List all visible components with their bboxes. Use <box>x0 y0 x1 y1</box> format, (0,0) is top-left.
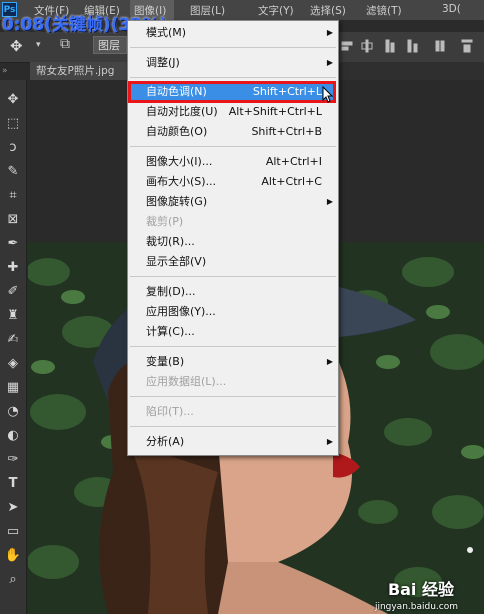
rectangle-tool-icon[interactable]: ▭ <box>2 522 24 542</box>
menu-item-label: 复制(D)... <box>146 285 196 298</box>
menu-item-calculations[interactable]: 计算(C)... <box>128 322 338 342</box>
mouse-cursor-icon <box>322 86 334 103</box>
menu-item-apply-dataset[interactable]: 应用数据组(L)... <box>128 372 338 392</box>
brush-tool-icon[interactable]: ✐ <box>2 282 24 302</box>
menu-select[interactable]: 选择(S) <box>310 3 346 18</box>
frame-tool-icon[interactable]: ⊠ <box>2 210 24 230</box>
menu-item-label: 自动颜色(O) <box>146 125 208 138</box>
menu-item-auto-tone[interactable]: 自动色调(N) Shift+Ctrl+L <box>128 82 338 102</box>
menu-type[interactable]: 文字(Y) <box>258 3 294 18</box>
eraser-tool-icon[interactable]: ◈ <box>2 354 24 374</box>
menu-item-crop[interactable]: 裁剪(P) <box>128 212 338 232</box>
menu-item-label: 变量(B) <box>146 355 185 368</box>
menu-separator <box>130 276 336 277</box>
gradient-tool-icon[interactable]: ▦ <box>2 378 24 398</box>
type-tool-icon[interactable]: T <box>2 474 24 494</box>
menu-item-shortcut: Alt+Ctrl+C <box>261 175 322 188</box>
watermark-url: jingyan.baidu.com <box>374 602 458 612</box>
menu-item-label: 计算(C)... <box>146 325 195 338</box>
menu-item-label: 画布大小(S)... <box>146 175 217 188</box>
menu-item-shortcut: Shift+Ctrl+B <box>251 125 322 138</box>
lasso-tool-icon[interactable]: ↄ <box>2 138 24 158</box>
menu-separator <box>130 146 336 147</box>
menu-item-variables[interactable]: 变量(B) ▶ <box>128 352 338 372</box>
menu-item-mode[interactable]: 模式(M) ▶ <box>128 23 338 43</box>
menu-item-shortcut: Alt+Ctrl+I <box>265 155 322 168</box>
menu-item-label: 模式(M) <box>146 26 187 39</box>
menu-item-shortcut: Shift+Ctrl+L <box>252 85 322 98</box>
image-menu-dropdown: 模式(M) ▶ 调整(J) ▶ 自动色调(N) Shift+Ctrl+L 自动对比度(… <box>127 20 339 456</box>
dodge-tool-icon[interactable]: ◐ <box>2 426 24 446</box>
menu-item-label: 自动色调(N) <box>146 85 207 98</box>
menu-layer[interactable]: 图层(L) <box>190 3 225 18</box>
menu-item-trap[interactable]: 陷印(T)... <box>128 402 338 422</box>
menu-item-adjustments[interactable]: 调整(J) ▶ <box>128 53 338 73</box>
menu-item-label: 调整(J) <box>146 56 180 69</box>
menu-item-reveal-all[interactable]: 显示全部(V) <box>128 252 338 272</box>
baidu-watermark: Bai 经验 <box>387 580 454 599</box>
submenu-arrow-icon: ▶ <box>326 197 333 206</box>
menu-separator <box>130 346 336 347</box>
menu-item-image-size[interactable]: 图像大小(I)... Alt+Ctrl+I <box>128 152 338 172</box>
menu-item-label: 图像大小(I)... <box>146 155 213 168</box>
move-tool-icon[interactable]: ✥ <box>2 90 24 110</box>
marquee-tool-icon[interactable]: ⬚ <box>2 114 24 134</box>
submenu-arrow-icon: ▶ <box>326 437 333 446</box>
menu-item-analysis[interactable]: 分析(A) ▶ <box>128 432 338 452</box>
menu-item-canvas-size[interactable]: 画布大小(S)... Alt+Ctrl+C <box>128 172 338 192</box>
eyedropper-icon[interactable]: ✒ <box>2 234 24 254</box>
menu-item-label: 应用图像(Y)... <box>146 305 216 318</box>
menu-separator <box>130 47 336 48</box>
menu-item-image-rotation[interactable]: 图像旋转(G) ▶ <box>128 192 338 212</box>
menu-item-label: 裁剪(P) <box>146 215 184 228</box>
toolbar-collapse-icon[interactable]: » <box>2 66 8 76</box>
hand-tool-icon[interactable]: ✋ <box>2 546 24 566</box>
document-tab[interactable]: 帮女友P照片.jpg <box>30 62 130 80</box>
menu-item-trim[interactable]: 裁切(R)... <box>128 232 338 252</box>
chevron-down-icon[interactable]: ▾ <box>36 40 41 50</box>
menu-item-auto-color[interactable]: 自动颜色(O) Shift+Ctrl+B <box>128 122 338 142</box>
move-icon[interactable]: ✥ <box>10 37 23 55</box>
menu-item-label: 自动对比度(U) <box>146 105 218 118</box>
menu-item-label: 分析(A) <box>146 435 185 448</box>
align-icons[interactable] <box>340 36 480 56</box>
menu-item-label: 显示全部(V) <box>146 255 207 268</box>
path-select-icon[interactable]: ➤ <box>2 498 24 518</box>
submenu-arrow-icon: ▶ <box>326 357 333 366</box>
menu-item-label: 裁切(R)... <box>146 235 195 248</box>
menu-separator <box>130 77 336 78</box>
menu-item-duplicate[interactable]: 复制(D)... <box>128 282 338 302</box>
auto-select-icon[interactable]: ⧉ <box>60 36 70 52</box>
menu-item-label: 陷印(T)... <box>146 405 194 418</box>
crop-tool-icon[interactable]: ⌗ <box>2 186 24 206</box>
submenu-arrow-icon: ▶ <box>326 28 333 37</box>
quick-select-icon[interactable]: ✎ <box>2 162 24 182</box>
menu-item-label: 图像旋转(G) <box>146 195 208 208</box>
zoom-tool-icon[interactable]: ⌕ <box>2 570 24 590</box>
menu-item-auto-contrast[interactable]: 自动对比度(U) Alt+Shift+Ctrl+L <box>128 102 338 122</box>
menu-item-apply-image[interactable]: 应用图像(Y)... <box>128 302 338 322</box>
menu-3d[interactable]: 3D( <box>442 3 461 15</box>
menu-separator <box>130 426 336 427</box>
menu-filter[interactable]: 滤镜(T) <box>366 3 402 18</box>
submenu-arrow-icon: ▶ <box>326 58 333 67</box>
healing-brush-icon[interactable]: ✚ <box>2 258 24 278</box>
blur-tool-icon[interactable]: ◔ <box>2 402 24 422</box>
pen-tool-icon[interactable]: ✑ <box>2 450 24 470</box>
menu-separator <box>130 396 336 397</box>
menu-item-shortcut: Alt+Shift+Ctrl+L <box>228 105 322 118</box>
menu-item-label: 应用数据组(L)... <box>146 375 227 388</box>
auto-select-dropdown[interactable]: 图层 <box>93 36 127 54</box>
clone-stamp-icon[interactable]: ♜ <box>2 306 24 326</box>
history-brush-icon[interactable]: ✍ <box>2 330 24 350</box>
